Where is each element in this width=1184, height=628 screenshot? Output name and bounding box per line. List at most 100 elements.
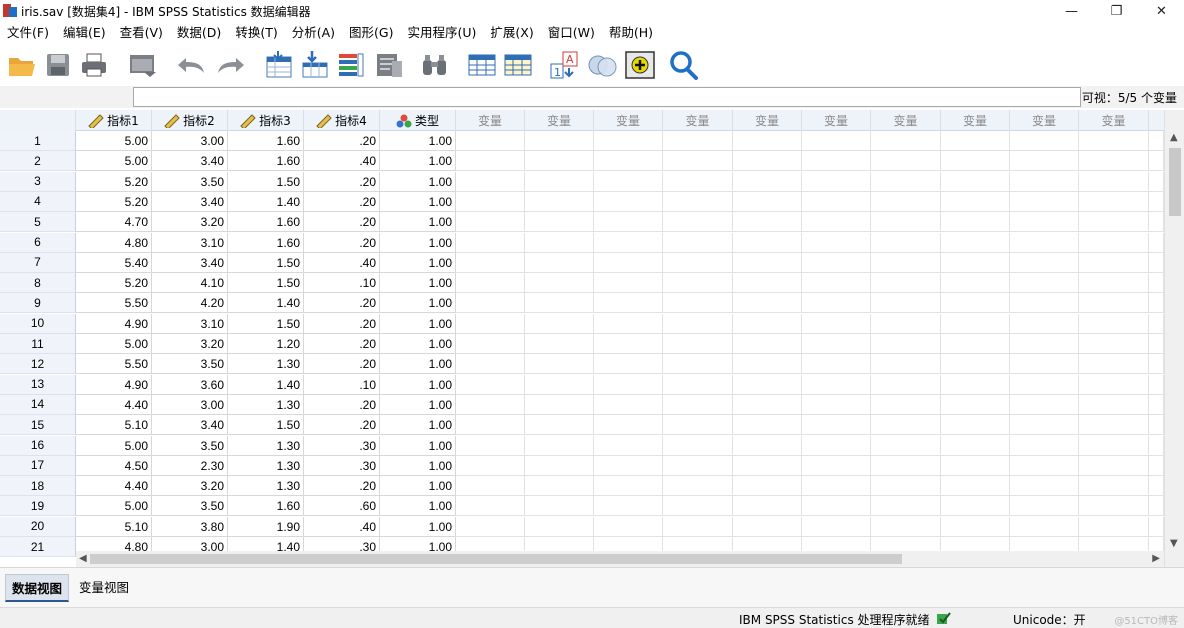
row-number[interactable]: 21 — [0, 537, 76, 557]
empty-cell[interactable] — [1149, 455, 1164, 476]
empty-cell[interactable] — [733, 191, 802, 212]
data-cell[interactable]: 1.00 — [380, 313, 456, 334]
row-number[interactable]: 9 — [0, 293, 76, 314]
empty-cell[interactable] — [1079, 273, 1149, 294]
empty-cell[interactable] — [663, 496, 733, 517]
weight-cases-icon[interactable] — [587, 49, 619, 81]
empty-cell[interactable] — [1149, 374, 1164, 395]
empty-cell[interactable] — [871, 131, 941, 151]
find-icon[interactable] — [419, 49, 451, 81]
data-cell[interactable]: 1.00 — [380, 151, 456, 172]
empty-variable-header[interactable]: 变量 — [871, 110, 941, 131]
empty-cell[interactable] — [802, 212, 871, 233]
horizontal-scroll-thumb[interactable] — [90, 554, 902, 564]
empty-cell[interactable] — [802, 273, 871, 294]
data-cell[interactable]: .20 — [304, 131, 380, 151]
empty-cell[interactable] — [1079, 334, 1149, 354]
data-cell[interactable]: .20 — [304, 232, 380, 253]
empty-cell[interactable] — [594, 334, 663, 354]
empty-cell[interactable] — [525, 252, 594, 273]
close-button[interactable]: ✕ — [1139, 0, 1184, 22]
empty-cell[interactable] — [1010, 293, 1079, 314]
empty-cell[interactable] — [733, 293, 802, 314]
empty-cell[interactable] — [871, 151, 941, 172]
empty-cell[interactable] — [663, 415, 733, 436]
empty-cell[interactable] — [871, 313, 941, 334]
empty-cell[interactable] — [733, 212, 802, 233]
row-number[interactable]: 2 — [0, 151, 76, 172]
empty-cell[interactable] — [1079, 252, 1149, 273]
insert-variable-icon[interactable] — [502, 49, 534, 81]
column-header-zhibiao2[interactable]: 指标2 — [152, 110, 228, 131]
data-cell[interactable]: .20 — [304, 313, 380, 334]
empty-cell[interactable] — [1149, 131, 1164, 151]
data-cell[interactable]: 3.50 — [152, 354, 228, 375]
empty-cell[interactable] — [871, 293, 941, 314]
column-header-zhibiao4[interactable]: 指标4 — [304, 110, 380, 131]
data-cell[interactable]: 1.60 — [228, 131, 304, 151]
data-cell[interactable]: 3.40 — [152, 191, 228, 212]
select-cases-icon[interactable] — [624, 49, 656, 81]
data-cell[interactable]: .10 — [304, 273, 380, 294]
empty-cell[interactable] — [1079, 476, 1149, 497]
empty-cell[interactable] — [733, 415, 802, 436]
empty-cell[interactable] — [941, 293, 1010, 314]
empty-cell[interactable] — [802, 151, 871, 172]
empty-cell[interactable] — [456, 252, 525, 273]
empty-cell[interactable] — [594, 232, 663, 253]
empty-cell[interactable] — [456, 394, 525, 415]
empty-cell[interactable] — [1010, 252, 1079, 273]
data-cell[interactable]: .40 — [304, 516, 380, 537]
empty-cell[interactable] — [663, 151, 733, 172]
data-cell[interactable]: 1.50 — [228, 415, 304, 436]
empty-cell[interactable] — [594, 191, 663, 212]
empty-cell[interactable] — [1149, 496, 1164, 517]
data-cell[interactable]: .30 — [304, 455, 380, 476]
tab-variable-view[interactable]: 变量视图 — [73, 574, 135, 602]
empty-cell[interactable] — [663, 455, 733, 476]
empty-cell[interactable] — [941, 151, 1010, 172]
empty-cell[interactable] — [594, 435, 663, 456]
empty-cell[interactable] — [456, 212, 525, 233]
empty-cell[interactable] — [525, 212, 594, 233]
data-cell[interactable]: .20 — [304, 394, 380, 415]
empty-cell[interactable] — [663, 374, 733, 395]
empty-cell[interactable] — [1079, 354, 1149, 375]
empty-cell[interactable] — [456, 171, 525, 192]
empty-cell[interactable] — [941, 455, 1010, 476]
row-number[interactable]: 12 — [0, 354, 76, 375]
empty-cell[interactable] — [802, 394, 871, 415]
empty-cell[interactable] — [1079, 516, 1149, 537]
data-cell[interactable]: 5.50 — [76, 354, 152, 375]
empty-cell[interactable] — [1149, 293, 1164, 314]
data-cell[interactable]: .20 — [304, 334, 380, 354]
empty-cell[interactable] — [525, 435, 594, 456]
empty-cell[interactable] — [941, 313, 1010, 334]
empty-cell[interactable] — [663, 313, 733, 334]
data-cell[interactable]: 5.20 — [76, 273, 152, 294]
empty-cell[interactable] — [456, 232, 525, 253]
data-cell[interactable]: 3.50 — [152, 171, 228, 192]
data-cell[interactable]: 5.00 — [76, 435, 152, 456]
empty-cell[interactable] — [1079, 293, 1149, 314]
column-header-zhibiao1[interactable]: 指标1 — [76, 110, 152, 131]
empty-cell[interactable] — [802, 496, 871, 517]
data-cell[interactable]: 1.00 — [380, 191, 456, 212]
empty-cell[interactable] — [1149, 313, 1164, 334]
empty-cell[interactable] — [594, 212, 663, 233]
data-cell[interactable]: 1.30 — [228, 455, 304, 476]
tab-data-view[interactable]: 数据视图 — [5, 574, 70, 602]
empty-cell[interactable] — [663, 171, 733, 192]
empty-variable-header[interactable]: 变量 — [594, 110, 663, 131]
empty-cell[interactable] — [802, 191, 871, 212]
data-cell[interactable]: .20 — [304, 191, 380, 212]
empty-cell[interactable] — [871, 435, 941, 456]
empty-cell[interactable] — [1010, 131, 1079, 151]
row-number[interactable]: 17 — [0, 455, 76, 476]
data-cell[interactable]: 1.00 — [380, 171, 456, 192]
empty-cell[interactable] — [1079, 496, 1149, 517]
empty-cell[interactable] — [1079, 131, 1149, 151]
data-cell[interactable]: 3.50 — [152, 496, 228, 517]
empty-cell[interactable] — [456, 476, 525, 497]
empty-cell[interactable] — [1149, 273, 1164, 294]
